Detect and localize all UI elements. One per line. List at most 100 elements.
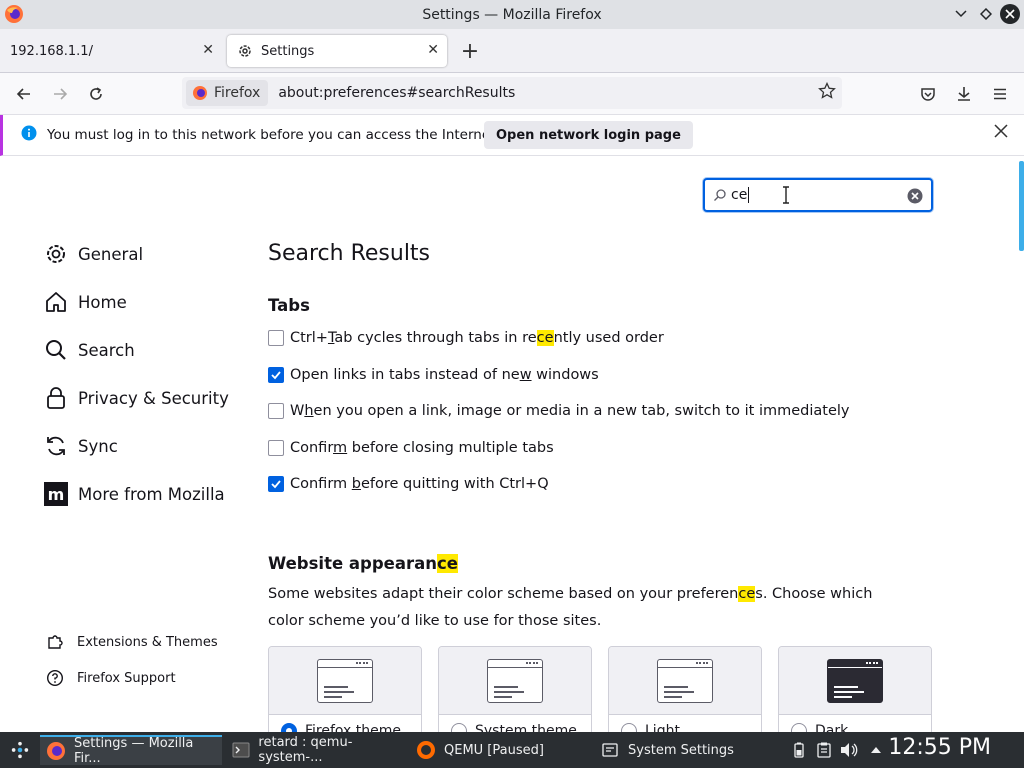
radio-button[interactable] [621, 723, 637, 732]
volume-icon[interactable] [840, 741, 858, 759]
forward-button[interactable] [48, 82, 72, 106]
hamburger-menu-icon [994, 88, 1006, 100]
option-confirm-close-multiple[interactable]: Confirm before closing multiple tabs [268, 440, 554, 456]
svg-text:m: m [48, 485, 65, 504]
sidebar-item-search[interactable]: Search [44, 338, 135, 362]
mozilla-icon: m [44, 482, 68, 506]
app-menu-button[interactable] [988, 82, 1012, 106]
search-value: ce [731, 187, 750, 203]
taskbar-item-terminal[interactable]: retard : qemu-system-... [226, 735, 410, 765]
taskbar-item-system-settings[interactable]: System Settings [594, 735, 776, 765]
tab-label: Settings [261, 43, 315, 59]
forward-arrow-icon [54, 88, 68, 100]
close-window-button[interactable] [1000, 4, 1020, 24]
option-label: Confirm before closing multiple tabs [290, 440, 554, 456]
minimize-button[interactable] [951, 4, 971, 24]
bookmark-star-icon[interactable] [818, 82, 836, 100]
pocket-icon [921, 88, 935, 101]
theme-card-firefox[interactable]: Firefox theme [268, 646, 422, 732]
theme-card-system[interactable]: System theme [438, 646, 592, 732]
checkbox[interactable] [268, 440, 284, 456]
window-titlebar: Settings — Mozilla Firefox [0, 0, 1024, 29]
website-appearance-heading: Website appearance [268, 554, 458, 573]
gear-icon [44, 242, 68, 266]
firefox-icon [46, 741, 66, 761]
scrollbar-thumb[interactable] [1019, 161, 1024, 251]
identity-label: Firefox [214, 85, 261, 101]
radio-button[interactable] [791, 723, 807, 732]
radio-button[interactable] [281, 723, 297, 732]
application-launcher[interactable] [4, 735, 36, 765]
reload-button[interactable] [84, 82, 108, 106]
download-icon [958, 87, 970, 101]
option-label: Open links in tabs instead of new window… [290, 367, 599, 383]
checkbox[interactable] [268, 403, 284, 419]
radio-button[interactable] [451, 723, 467, 732]
taskbar-item-qemu[interactable]: QEMU [Paused] [410, 735, 588, 765]
theme-label: System theme [475, 723, 577, 732]
sidebar-link-label: Firefox Support [77, 670, 176, 686]
text-cursor-icon [783, 186, 789, 204]
theme-label: Dark [815, 723, 849, 732]
downloads-button[interactable] [952, 82, 976, 106]
firefox-icon [5, 5, 23, 23]
close-icon [1005, 9, 1015, 19]
option-label: Confirm before quitting with Ctrl+Q [290, 476, 549, 492]
preferences-search-input[interactable]: ce [703, 178, 933, 212]
back-arrow-icon [16, 88, 30, 100]
reload-icon [90, 87, 102, 100]
sidebar-item-more-from-mozilla[interactable]: m More from Mozilla [44, 482, 225, 506]
sidebar-item-general[interactable]: General [44, 242, 143, 266]
tab-settings[interactable]: Settings ✕ [227, 35, 447, 67]
tab-close-button[interactable]: ✕ [202, 42, 214, 58]
option-open-links-in-tabs[interactable]: Open links in tabs instead of new window… [268, 367, 599, 383]
theme-label: Light [645, 723, 680, 732]
option-ctrl-tab-recent[interactable]: Ctrl+Tab cycles through tabs in recently… [268, 330, 664, 346]
sidebar-item-label: Search [78, 340, 135, 360]
sidebar-item-home[interactable]: Home [44, 290, 127, 314]
taskbar-item-firefox[interactable]: Settings — Mozilla Fir... [40, 735, 222, 766]
diamond-icon [980, 8, 992, 20]
tab-strip: 192.168.1.1/ ✕ Settings ✕ [0, 29, 1024, 73]
new-tab-button[interactable]: + [458, 40, 482, 64]
checkbox[interactable] [268, 367, 284, 383]
navigation-toolbar: Firefox about:preferences#searchResults [0, 73, 1024, 115]
notification-message: You must log in to this network before y… [47, 127, 500, 143]
url-text[interactable]: about:preferences#searchResults [278, 85, 515, 101]
window-title: Settings — Mozilla Firefox [422, 6, 602, 23]
sync-icon [44, 434, 68, 458]
maximize-button[interactable] [976, 4, 996, 24]
url-bar[interactable]: Firefox about:preferences#searchResults [182, 77, 842, 109]
preferences-page: ce General Home Search Privacy & Securit… [0, 157, 1024, 732]
open-login-page-button[interactable]: Open network login page [484, 121, 693, 149]
tab-label: 192.168.1.1/ [10, 43, 93, 59]
sidebar-item-privacy[interactable]: Privacy & Security [44, 386, 229, 410]
theme-card-light[interactable]: Light [608, 646, 762, 732]
option-confirm-quit[interactable]: Confirm before quitting with Ctrl+Q [268, 476, 549, 492]
sidebar-link-support[interactable]: Firefox Support [46, 669, 176, 687]
clear-search-icon[interactable] [907, 188, 923, 204]
gear-icon [239, 45, 251, 57]
checkmark-icon [271, 480, 281, 489]
close-icon[interactable] [994, 124, 1008, 138]
theme-card-dark[interactable]: Dark [778, 646, 932, 732]
taskbar-item-label: System Settings [628, 742, 734, 758]
checkbox[interactable] [268, 330, 284, 346]
tab-close-button[interactable]: ✕ [427, 42, 439, 58]
tab-router[interactable]: 192.168.1.1/ ✕ [0, 35, 222, 67]
chevron-down-icon [955, 10, 967, 18]
clipboard-icon[interactable] [815, 741, 833, 759]
battery-icon[interactable] [790, 741, 808, 759]
taskbar: Settings — Mozilla Fir... retard : qemu-… [0, 732, 1024, 768]
identity-box[interactable]: Firefox [186, 80, 269, 106]
sidebar-link-extensions[interactable]: Extensions & Themes [46, 633, 218, 651]
checkbox[interactable] [268, 476, 284, 492]
back-button[interactable] [12, 82, 36, 106]
pocket-button[interactable] [916, 82, 940, 106]
light-window-illustration [317, 658, 373, 703]
checkmark-icon [271, 371, 281, 380]
sidebar-item-sync[interactable]: Sync [44, 434, 118, 458]
clock[interactable]: 12:55 PM [888, 735, 991, 760]
option-switch-to-new-tab[interactable]: When you open a link, image or media in … [268, 403, 849, 419]
tray-expand-icon[interactable] [867, 741, 885, 759]
